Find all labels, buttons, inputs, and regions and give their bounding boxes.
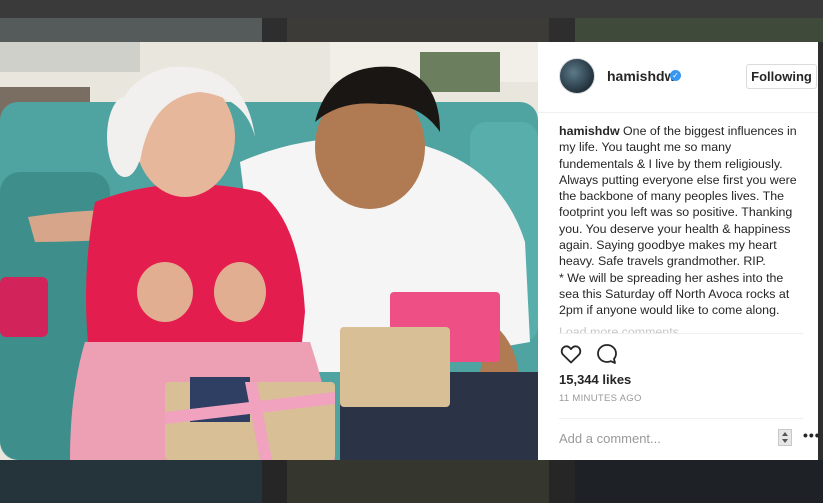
post-header: hamishdw ✓ Following [538, 42, 818, 113]
background-tile [287, 18, 549, 42]
following-button[interactable]: Following [746, 64, 817, 89]
caption-line: hamishdw One of the biggest influences i… [559, 123, 803, 139]
post-timestamp: 11 MINUTES AGO [559, 393, 642, 404]
caption-text: One of the biggest influences in [623, 124, 797, 138]
header-username[interactable]: hamishdw [607, 68, 675, 84]
background-tile [0, 18, 262, 42]
likes-count[interactable]: 15,344 likes [559, 372, 631, 387]
load-more-comments[interactable]: Load more comments [559, 324, 679, 333]
caption-line: fundementals & I live by them religiousl… [559, 156, 783, 171]
background-tile [287, 460, 549, 503]
background-tile [575, 18, 823, 42]
background-tile [0, 460, 262, 503]
avatar[interactable] [559, 58, 595, 94]
caption-line: sea this Saturday off North Avoca rocks … [559, 286, 790, 301]
caption-line: Always putting everyone else first you w… [559, 172, 797, 187]
comment-bar: ••• [559, 418, 820, 461]
caption-line: * We will be spreading her ashes into th… [559, 270, 784, 285]
background-tile [575, 460, 823, 503]
caption-line: you. You deserve your health & happiness [559, 221, 791, 236]
post-photo [0, 42, 538, 460]
heart-icon[interactable] [559, 342, 585, 368]
post-modal: hamishdw ✓ Following hamishdw One of the… [0, 42, 820, 461]
post-actions [559, 333, 803, 374]
options-icon[interactable]: ••• [803, 427, 821, 443]
photo-illustration [0, 42, 538, 460]
updown-arrows-icon [782, 432, 788, 443]
comment-icon[interactable] [595, 342, 621, 368]
resize-handle[interactable] [778, 429, 792, 446]
caption-line: heavy. Safe travels grandmother. RIP. [559, 254, 766, 269]
verified-badge-icon: ✓ [670, 70, 681, 81]
caption-username[interactable]: hamishdw [559, 124, 620, 138]
caption-line: 2pm if anyone would like to come along. [559, 303, 780, 318]
caption-line: again. Saying goodbye makes my heart [559, 238, 777, 253]
caption-line: the backbone of many peoples lives. The [559, 189, 785, 204]
caption-line: my life. You taught me so many [559, 140, 732, 155]
post-sidebar: hamishdw ✓ Following hamishdw One of the… [538, 42, 820, 461]
background-feed-top [0, 0, 823, 18]
comment-input[interactable] [559, 428, 759, 448]
post-caption: hamishdw One of the biggest influences i… [559, 123, 803, 319]
caption-line: footprint you left was so positive. Than… [559, 205, 793, 220]
